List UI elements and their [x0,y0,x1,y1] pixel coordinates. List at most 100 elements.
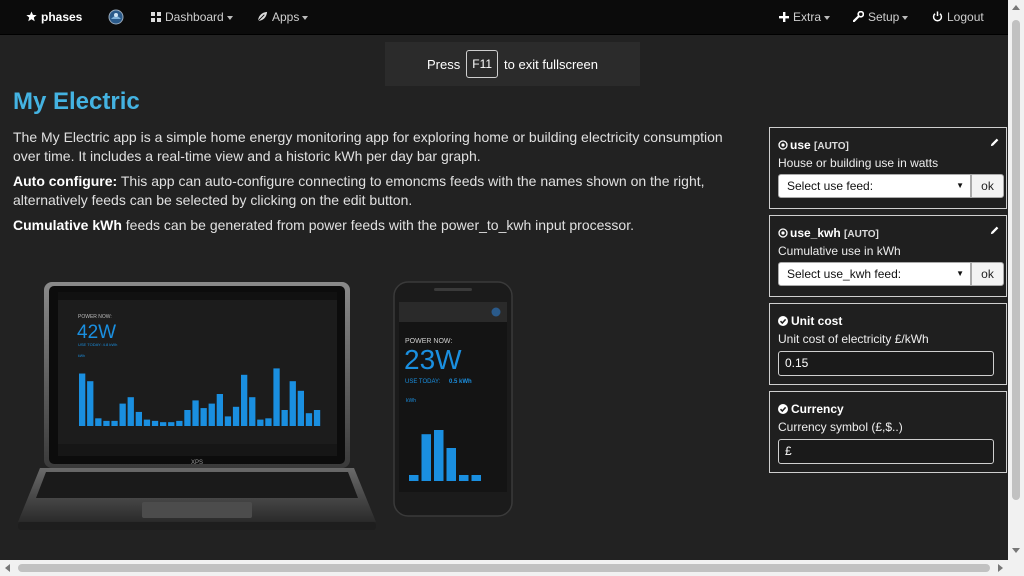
laptop-chart-bar [281,410,288,426]
phone-chart-bar [434,430,444,481]
extra-label: Extra [793,10,822,24]
laptop-chart-bar [127,397,134,426]
brand-link[interactable]: phases [26,0,82,34]
check-circle-icon [778,316,788,326]
caret-down-icon [226,15,233,20]
use-kwh-feed-description: Cumulative use in kWh [778,244,901,258]
setup-label: Setup [868,10,900,24]
laptop-chart-bar [79,373,86,426]
use-kwh-feed-select-value: Select use_kwh feed: [787,267,902,281]
phone-chart-bar [446,448,456,481]
laptop-chart-bar [232,406,240,426]
laptop-chart-bar [103,420,110,426]
star-icon [26,1,37,35]
unit-cost-description: Unit cost of electricity £/kWh [778,332,929,346]
apps-menu[interactable]: Apps [257,0,309,34]
fullscreen-notice: Press F11 to exit fullscreen [385,42,640,86]
currency-name: Currency [791,402,844,416]
use-kwh-feed-select[interactable]: Select use_kwh feed: ▼ [778,262,971,286]
laptop-chart-bar [241,374,248,426]
use-kwh-feed-ok-button[interactable]: ok [971,262,1004,286]
laptop-chart-bar [313,410,321,426]
vertical-scroll-thumb[interactable] [1012,20,1020,500]
use-feed-header: use [AUTO] [778,138,849,152]
phone-image: POWER NOW: 23W USE TODAY: 0.5 kWh kWh [393,281,513,517]
currency-header: Currency [778,402,844,416]
scroll-right-icon[interactable] [998,564,1003,572]
laptop-chart-bar [289,381,296,426]
edit-pencil-icon[interactable] [989,137,1000,148]
use-feed-select-value: Select use feed: [787,179,874,193]
laptop-kwh-unit: kWh [78,354,85,358]
laptop-chart-bar [111,420,118,426]
use-kwh-feed-tag: [AUTO] [844,229,879,240]
laptop-chart-bar [176,420,183,426]
check-circle-icon [778,404,788,414]
laptop-chart-bar [249,397,256,426]
devices-illustration: POWER NOW: 42W USE TODAY: 4.8 kWh kWh XP… [18,281,513,530]
use-kwh-feed-name: use_kwh [790,226,841,240]
scroll-up-icon[interactable] [1012,5,1020,10]
laptop-chart-bar [297,390,304,426]
unit-cost-name: Unit cost [791,314,843,328]
avatar[interactable] [108,0,124,34]
laptop-chart-bar [208,403,215,426]
phone-power-value: 23W [404,344,462,375]
target-icon [778,228,788,238]
extra-menu[interactable]: Extra [779,0,831,35]
caret-down-icon [302,15,309,20]
scroll-down-icon[interactable] [1012,548,1020,553]
laptop-chart-bar [257,419,264,426]
use-feed-select[interactable]: Select use feed: ▼ [778,174,971,198]
edit-pencil-icon[interactable] [989,225,1000,236]
caret-down-icon [824,15,831,20]
dropdown-arrow-icon: ▼ [956,269,964,278]
logout-label: Logout [947,10,984,24]
f11-key: F11 [466,50,499,78]
laptop-chart-bar [273,368,280,426]
phone-use-today-value: 0.5 kWh [449,379,472,385]
laptop-chart-bar [216,394,223,426]
cumulative-label: Cumulative kWh [13,217,122,233]
use-feed-panel: use [AUTO] House or building use in watt… [769,127,1007,209]
cumulative-body: feeds can be generated from power feeds … [121,217,634,233]
laptop-chart-bar [224,416,232,426]
laptop-chart-bar [160,422,167,426]
use-feed-ok-button[interactable]: ok [971,174,1004,198]
horizontal-scroll-thumb[interactable] [18,564,990,572]
use-feed-name: use [790,138,811,152]
phone-chart-bar [471,475,481,481]
horizontal-scrollbar[interactable] [0,560,1024,576]
dashboard-label: Dashboard [165,10,224,24]
laptop-chart-bar [305,413,313,426]
laptop-power-value: 42W [77,322,116,343]
dropdown-arrow-icon: ▼ [956,181,964,190]
unit-cost-header: Unit cost [778,314,842,328]
scroll-left-icon[interactable] [5,564,10,572]
currency-input[interactable]: £ [778,439,994,464]
setup-menu[interactable]: Setup [852,0,909,34]
laptop-image: POWER NOW: 42W USE TODAY: 4.8 kWh kWh XP… [18,282,376,530]
caret-down-icon [902,15,909,20]
phone-chart-bar [409,475,419,481]
unit-cost-input[interactable]: 0.15 [778,351,994,376]
laptop-chart-bar [135,411,142,426]
laptop-chart-bar [87,381,94,426]
target-icon [778,140,788,150]
laptop-chart-bar [192,400,199,426]
laptop-chart-bar [265,418,272,426]
use-kwh-feed-panel: use_kwh [AUTO] Cumulative use in kWh Sel… [769,215,1007,297]
phone-use-today-label: USE TODAY: [405,379,441,385]
use-feed-tag: [AUTO] [814,141,849,152]
grid-icon [151,1,161,35]
laptop-power-label: POWER NOW: [78,314,112,320]
dashboard-menu[interactable]: Dashboard [151,0,233,34]
page-title: My Electric [13,88,140,115]
use-feed-description: House or building use in watts [778,156,939,170]
plus-icon [779,1,789,35]
auto-configure-text: Auto configure: This app can auto-config… [13,172,733,210]
logout-link[interactable]: Logout [932,0,984,34]
brand-label: phases [41,10,83,24]
cumulative-text: Cumulative kWh feeds can be generated fr… [13,216,733,235]
vertical-scrollbar[interactable] [1008,0,1024,560]
